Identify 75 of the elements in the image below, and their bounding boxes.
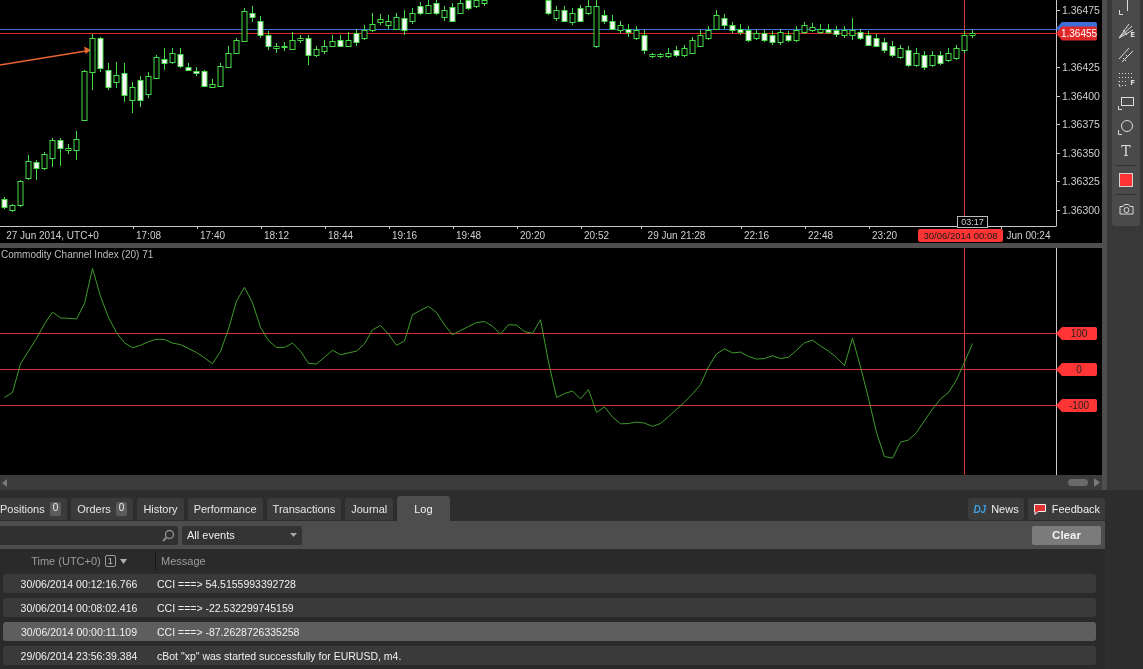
horizontal-scrollbar[interactable]	[0, 475, 1102, 490]
text-tool-button[interactable]: T	[1112, 139, 1140, 163]
time-label: Jun 00:24	[1006, 230, 1051, 241]
time-label: 20:20	[520, 230, 545, 241]
dotted-grid-icon	[1118, 71, 1134, 87]
time-label: 18:44	[328, 230, 353, 241]
speech-bubble-icon	[1032, 502, 1047, 516]
fan-lines-icon	[1118, 23, 1134, 39]
price-label: 1.36400	[1062, 90, 1100, 102]
y-tick-label: 100	[1070, 328, 1088, 339]
log-row[interactable]: 29/06/2014 23:56:39.384 cBot "xp" was started successfully for EURUSD, m4.	[3, 646, 1096, 665]
time-label: 20:52	[584, 230, 609, 241]
rectangle-icon	[1118, 96, 1134, 110]
crosshair-time-tag: 30/06/2014 00:08	[918, 229, 1003, 242]
scroll-left-icon[interactable]	[2, 478, 7, 487]
price-label: 1.36350	[1062, 147, 1100, 159]
search-field[interactable]	[0, 525, 178, 545]
scroll-right-icon[interactable]	[1094, 478, 1100, 487]
time-label: 22:48	[808, 230, 833, 241]
time-label: 17:40	[200, 230, 225, 241]
tab[interactable]: Transactions	[266, 498, 342, 520]
price-label: 1.36300	[1062, 204, 1100, 216]
indicator-title: Commodity Channel Index (20) 71	[1, 249, 154, 260]
ref-line-label: 1.36455	[1060, 28, 1098, 39]
caret-icon	[290, 533, 297, 537]
count-badge: 0	[115, 502, 128, 516]
time-label: 22:16	[744, 230, 769, 241]
level-tag: -100	[1056, 399, 1097, 412]
time-label: 29 Jun 21:28	[647, 230, 706, 241]
search-icon	[162, 528, 175, 542]
table-cell-text: 30/06/2014 00:08:02.416	[19, 601, 139, 614]
circle-icon	[1118, 119, 1134, 135]
scrollbar-thumb[interactable]	[1068, 479, 1088, 486]
time-label: 18:12	[264, 230, 289, 241]
event-filter-dropdown[interactable]: All events	[182, 525, 302, 545]
time-label: 19:48	[456, 230, 481, 241]
camera-icon	[1118, 203, 1134, 215]
table-cell-text: cBot "xp" was started successfully for EURUSD, m4.	[156, 649, 402, 662]
table-cell-text: CCI ===> -22.532299745159	[156, 601, 294, 614]
tab[interactable]: History	[137, 498, 184, 520]
y-tick-label: -100	[1068, 400, 1090, 411]
tab[interactable]: Journal	[345, 498, 394, 520]
level-tag: 0	[1056, 363, 1097, 376]
price-label: 1.36325	[1062, 175, 1100, 187]
price-label: 1.36375	[1062, 118, 1100, 130]
level-tag: 100	[1056, 327, 1097, 340]
feedback-button[interactable]: Feedback	[1027, 498, 1105, 520]
time-label: 19:16	[392, 230, 417, 241]
column-header[interactable]: Message	[161, 555, 206, 567]
table-cell-text: 30/06/2014 00:00:11.109	[20, 625, 138, 638]
y-tick-label: 0	[1076, 364, 1083, 375]
table-cell-text: CCI ===> -87.2628726335258	[156, 625, 300, 638]
parallel-lines-icon	[1118, 47, 1134, 63]
tab[interactable]: Log	[397, 496, 450, 521]
table-cell-text: 30/06/2014 00:12:16.766	[19, 577, 139, 590]
table-cell-text: CCI ===> 54.5155993392728	[156, 577, 296, 590]
log-row[interactable]: 30/06/2014 00:00:11.109 CCI ===> -87.2628726335258	[3, 622, 1096, 641]
time-label: 17:08	[136, 230, 161, 241]
price-label: 1.36475	[1062, 4, 1100, 16]
tab[interactable]: Performance	[187, 498, 263, 520]
news-logo: DJ	[973, 503, 987, 515]
tab[interactable]: Orders 0	[71, 498, 134, 520]
count-badge: 0	[49, 502, 62, 516]
time-label: 27 Jun 2014, UTC+0	[6, 230, 99, 241]
sort-order-badge: 1	[104, 555, 116, 567]
tab[interactable]: Positions 0	[0, 498, 68, 520]
clear-button[interactable]: Clear	[1032, 525, 1101, 545]
news-button[interactable]: DJ News	[968, 498, 1024, 520]
table-cell-text: 29/06/2014 23:56:39.384	[19, 649, 139, 662]
log-row[interactable]: 30/06/2014 00:08:02.416 CCI ===> -22.532299745159	[3, 598, 1096, 617]
price-label: 1.36425	[1062, 61, 1100, 73]
countdown-label: 03:17	[957, 216, 988, 228]
column-header[interactable]: Time (UTC+0)	[31, 555, 101, 567]
time-label: 23:20	[872, 230, 897, 241]
log-row[interactable]: 30/06/2014 00:12:16.766 CCI ===> 54.5155993392728	[3, 574, 1096, 593]
